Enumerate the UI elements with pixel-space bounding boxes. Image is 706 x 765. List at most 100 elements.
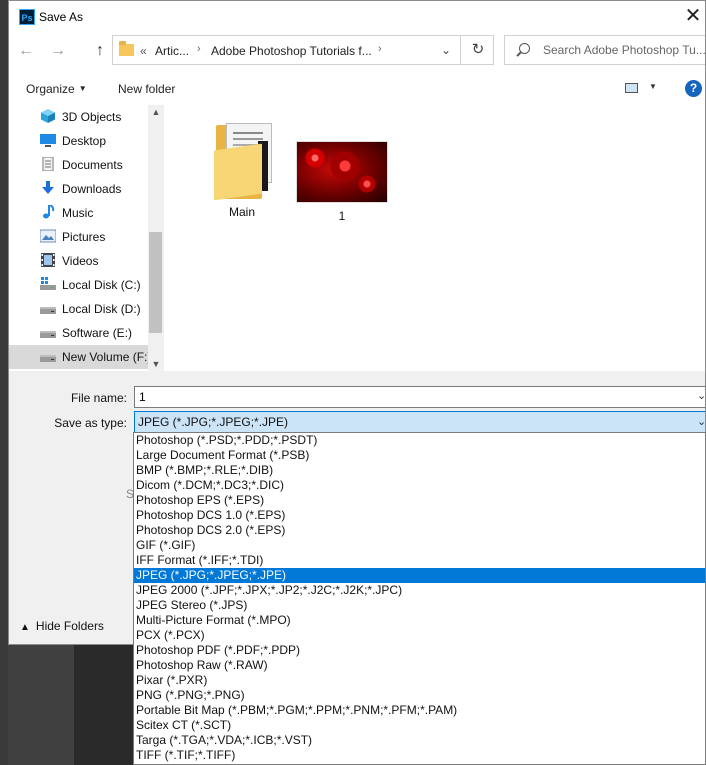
nav-item-music[interactable]: Music (9, 201, 150, 225)
address-bar[interactable]: « Artic... › Adobe Photoshop Tutorials f… (112, 35, 494, 65)
drive-icon (40, 355, 56, 362)
nav-item-label: Local Disk (D:) (62, 302, 141, 316)
nav-item-label: Software (E:) (62, 326, 133, 340)
folder-icon (212, 117, 272, 201)
file-type-option[interactable]: JPEG 2000 (*.JPF;*.JPX;*.JP2;*.J2C;*.J2K… (134, 583, 705, 598)
nav-item-label: Pictures (62, 230, 106, 244)
new-folder-button[interactable]: New folder (118, 82, 175, 96)
forward-arrow-icon[interactable]: → (49, 42, 67, 60)
nav-item-new-volume-f[interactable]: New Volume (F:) (9, 345, 151, 369)
nav-item-local-disk-c[interactable]: Local Disk (C:) (9, 273, 150, 297)
view-options-icon[interactable] (625, 83, 638, 93)
nav-item-videos[interactable]: Videos (9, 249, 150, 273)
file-type-option[interactable]: IFF Format (*.IFF;*.TDI) (134, 553, 705, 568)
drive-icon (40, 307, 56, 314)
file-type-option[interactable]: Pixar (*.PXR) (134, 673, 705, 688)
chevron-up-icon: ▲ (20, 622, 30, 633)
chevron-right-icon[interactable]: › (378, 43, 382, 55)
search-box[interactable] (504, 35, 705, 65)
nav-scrollbar[interactable]: ▲ ▼ (148, 105, 164, 371)
file-type-dropdown: Photoshop (*.PSD;*.PDD;*.PSDT) Large Docu… (133, 432, 706, 765)
file-name-input[interactable] (134, 386, 705, 408)
file-type-option[interactable]: Dicom (*.DCM;*.DC3;*.DIC) (134, 478, 705, 493)
hide-folders-button[interactable]: ▲ Hide Folders (20, 619, 104, 633)
file-item-label: 1 (338, 209, 346, 223)
file-type-option[interactable]: Photoshop DCS 2.0 (*.EPS) (134, 523, 705, 538)
window-title: Save As (39, 10, 84, 24)
file-item-folder[interactable]: Main (194, 117, 290, 219)
close-button[interactable]: ✕ (681, 4, 705, 28)
nav-item-pictures[interactable]: Pictures (9, 225, 150, 249)
desktop-icon (40, 134, 56, 147)
nav-item-label: 3D Objects (62, 110, 122, 124)
file-type-option[interactable]: PCX (*.PCX) (134, 628, 705, 643)
music-icon (43, 205, 55, 219)
search-icon (519, 43, 530, 54)
nav-item-downloads[interactable]: Downloads (9, 177, 150, 201)
file-type-option[interactable]: Photoshop Raw (*.RAW) (134, 658, 705, 673)
windows-drive-icon (40, 277, 56, 290)
nav-item-label: Downloads (62, 182, 122, 196)
help-button[interactable]: ? (685, 80, 702, 97)
breadcrumb-overflow[interactable]: « (140, 44, 147, 58)
file-type-option[interactable]: Portable Bit Map (*.PBM;*.PGM;*.PPM;*.PN… (134, 703, 705, 718)
pictures-icon (40, 229, 56, 243)
hide-folders-label: Hide Folders (35, 619, 104, 633)
caret-down-icon: ▼ (78, 84, 87, 93)
command-toolbar: Organize ▼ New folder ▼ ? (9, 71, 705, 105)
file-type-option[interactable]: Photoshop PDF (*.PDF;*.PDP) (134, 643, 705, 658)
file-type-option[interactable]: Multi-Picture Format (*.MPO) (134, 613, 705, 628)
chevron-down-icon[interactable]: ⌄ (697, 389, 705, 402)
nav-item-label: Music (62, 206, 94, 220)
file-type-option[interactable]: Photoshop (*.PSD;*.PDD;*.PSDT) (134, 433, 705, 448)
file-type-option[interactable]: JPEG (*.JPG;*.JPEG;*.JPE) (134, 568, 705, 583)
image-thumbnail (296, 141, 388, 203)
nav-item-documents[interactable]: Documents (9, 153, 150, 177)
nav-item-desktop[interactable]: Desktop (9, 129, 150, 153)
documents-icon (42, 157, 54, 171)
up-arrow-icon[interactable]: ↑ (91, 42, 109, 60)
file-type-option[interactable]: PNG (*.PNG;*.PNG) (134, 688, 705, 703)
file-item-image[interactable]: 1 (295, 141, 389, 223)
background-app-edge (0, 0, 8, 765)
nav-item-label: Desktop (62, 134, 107, 148)
search-input[interactable] (543, 41, 705, 59)
nav-item-local-disk-d[interactable]: Local Disk (D:) (9, 297, 150, 321)
file-type-option[interactable]: Large Document Format (*.PSB) (134, 448, 705, 463)
background-app-panel (8, 645, 74, 765)
address-row: ← → ↑ « Artic... › Adobe Photoshop Tutor… (9, 35, 705, 67)
caret-down-icon[interactable]: ▼ (649, 82, 657, 91)
videos-icon (41, 253, 55, 267)
breadcrumb-item[interactable]: Artic... (155, 44, 189, 58)
chevron-right-icon[interactable]: › (197, 43, 201, 55)
scroll-up-icon[interactable]: ▲ (148, 107, 164, 117)
scroll-down-icon[interactable]: ▼ (148, 359, 164, 369)
breadcrumb-item[interactable]: Adobe Photoshop Tutorials f... (211, 44, 372, 58)
drive-icon (40, 331, 56, 338)
chevron-down-icon[interactable]: ⌄ (441, 43, 451, 57)
save-as-type-select[interactable]: JPEG (*.JPG;*.JPEG;*.JPE) (134, 411, 705, 433)
file-type-option[interactable]: JPEG Stereo (*.JPS) (134, 598, 705, 613)
nav-item-label: Local Disk (C:) (62, 278, 141, 292)
organize-button[interactable]: Organize ▼ (26, 82, 87, 96)
navigation-pane: 3D Objects Desktop Documents Downloads M… (9, 105, 164, 371)
file-type-option[interactable]: Photoshop DCS 1.0 (*.EPS) (134, 508, 705, 523)
nav-item-software-e[interactable]: Software (E:) (9, 321, 150, 345)
refresh-button[interactable]: ↻ (460, 36, 495, 64)
scrollbar-thumb[interactable] (149, 232, 162, 333)
nav-item-label: Documents (62, 158, 123, 172)
file-type-option[interactable]: Photoshop EPS (*.EPS) (134, 493, 705, 508)
file-list: Main 1 (164, 105, 705, 371)
folder-icon (119, 41, 134, 56)
title-bar: Ps Save As ✕ (9, 1, 705, 32)
file-type-option[interactable]: Targa (*.TGA;*.VDA;*.ICB;*.VST) (134, 733, 705, 748)
file-type-option[interactable]: TIFF (*.TIF;*.TIFF) (134, 748, 705, 763)
file-type-option[interactable]: Scitex CT (*.SCT) (134, 718, 705, 733)
back-arrow-icon[interactable]: ← (17, 42, 35, 60)
nav-item-3d-objects[interactable]: 3D Objects (9, 105, 150, 129)
chevron-down-icon[interactable]: ⌄ (697, 415, 705, 428)
photoshop-logo-icon: Ps (19, 9, 35, 25)
save-as-type-label: Save as type: (54, 416, 127, 430)
file-type-option[interactable]: BMP (*.BMP;*.RLE;*.DIB) (134, 463, 705, 478)
file-type-option[interactable]: GIF (*.GIF) (134, 538, 705, 553)
